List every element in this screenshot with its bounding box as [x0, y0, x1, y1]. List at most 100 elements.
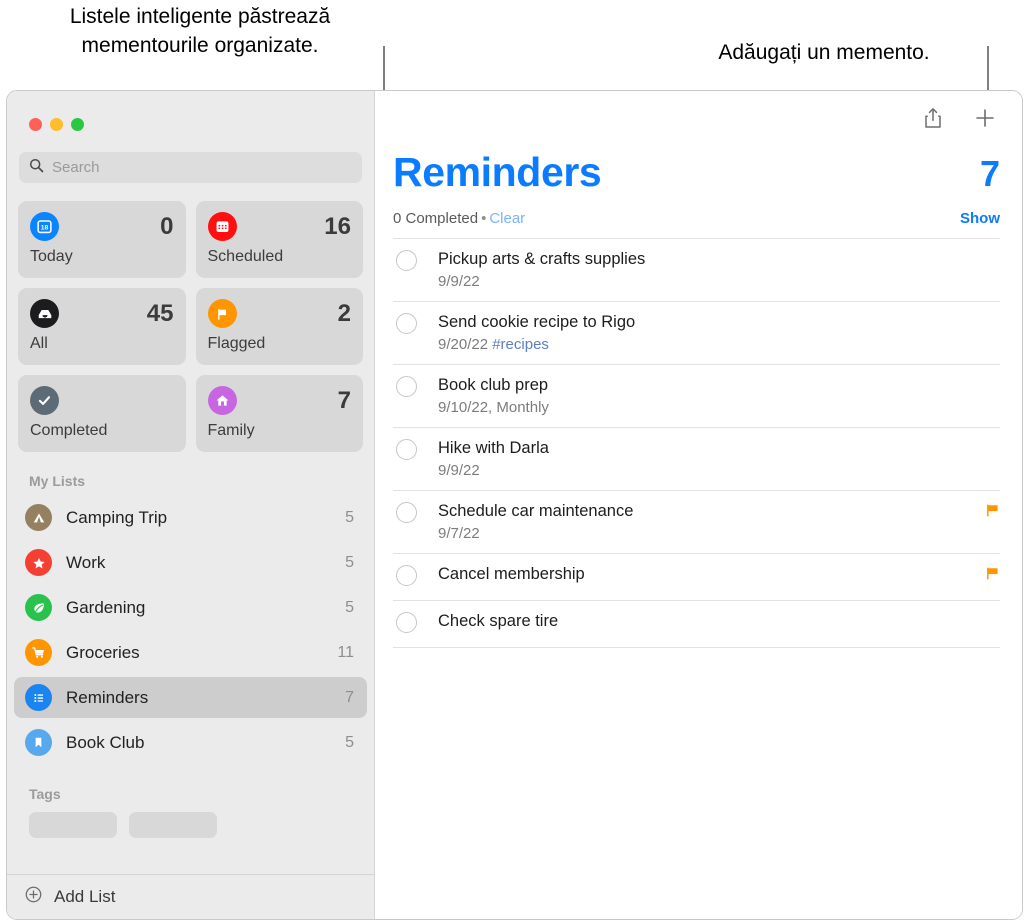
reminder-checkbox[interactable] — [396, 502, 417, 523]
flag-icon — [985, 501, 1000, 523]
sidebar-item-book-club[interactable]: Book Club 5 — [14, 722, 367, 763]
list-meta-row: 0 Completed • Clear Show — [375, 196, 1022, 227]
reminder-subtitle: 9/20/22 #recipes — [438, 336, 1000, 354]
plus-circle-icon — [24, 885, 43, 909]
house-icon — [207, 386, 237, 415]
reminder-title: Send cookie recipe to Rigo — [438, 313, 636, 331]
sidebar-item-gardening[interactable]: Gardening 5 — [14, 587, 367, 628]
smart-list-all[interactable]: 45 All — [18, 288, 186, 365]
search-field[interactable] — [19, 152, 362, 183]
reminder-title: Pickup arts & crafts supplies — [438, 250, 646, 268]
bookmark-icon — [25, 729, 52, 756]
tags-heading: Tags — [29, 786, 61, 802]
reminder-title: Book club prep — [438, 376, 549, 394]
reminder-body: Check spare tire — [438, 611, 1000, 631]
sidebar-item-work[interactable]: Work 5 — [14, 542, 367, 583]
tag-chip[interactable] — [129, 812, 217, 838]
cart-icon — [25, 639, 52, 666]
star-icon — [25, 549, 52, 576]
reminder-subtitle: 9/9/22 — [438, 462, 1000, 480]
smart-list-count: 7 — [337, 386, 351, 414]
callout-smart-lists: Listele inteligente păstrează mementouri… — [69, 5, 331, 57]
reminder-body: Send cookie recipe to Rigo 9/20/22 #reci… — [438, 312, 1000, 354]
screenshot-root: Listele inteligente păstrează mementouri… — [0, 0, 1027, 923]
reminder-subtitle: 9/10/22, Monthly — [438, 399, 1000, 417]
zoom-button[interactable] — [71, 118, 84, 131]
sidebar-item-reminders[interactable]: Reminders 7 — [14, 677, 367, 718]
reminder-body: Pickup arts & crafts supplies 9/9/22 — [438, 249, 1000, 291]
smart-list-completed[interactable]: Completed — [18, 375, 186, 452]
sidebar-item-count: 11 — [337, 643, 354, 661]
svg-text:18: 18 — [41, 225, 49, 232]
reminder-body: Hike with Darla 9/9/22 — [438, 438, 1000, 480]
reminder-body: Cancel membership — [438, 564, 975, 584]
meta-separator: • — [481, 210, 487, 227]
sidebar-item-count: 5 — [345, 553, 354, 571]
inbox-tray-icon — [30, 299, 59, 328]
reminder-body: Book club prep 9/10/22, Monthly — [438, 375, 1000, 417]
reminder-row[interactable]: Pickup arts & crafts supplies 9/9/22 — [393, 239, 1000, 302]
smart-list-label: Family — [207, 422, 255, 439]
search-input[interactable] — [52, 159, 352, 176]
reminder-row[interactable]: Cancel membership — [393, 554, 1000, 601]
reminder-checkbox[interactable] — [396, 565, 417, 586]
reminder-checkbox[interactable] — [396, 612, 417, 633]
add-list-button[interactable]: Add List — [7, 874, 374, 919]
sidebar-item-count: 5 — [345, 598, 354, 616]
share-icon[interactable] — [920, 105, 946, 131]
reminders-list: Pickup arts & crafts supplies 9/9/22 Sen… — [393, 238, 1000, 648]
reminder-date: 9/7/22 — [438, 525, 480, 542]
sidebar-item-count: 5 — [345, 508, 354, 526]
plus-icon[interactable] — [972, 105, 998, 131]
reminder-checkbox[interactable] — [396, 376, 417, 397]
reminder-checkbox[interactable] — [396, 250, 417, 271]
flag-icon — [985, 564, 1000, 586]
main-content: Reminders 7 0 Completed • Clear Show Picku… — [375, 91, 1022, 919]
reminder-title: Cancel membership — [438, 565, 585, 583]
window-traffic-lights — [7, 91, 374, 131]
smart-list-label: Today — [30, 248, 73, 265]
clear-button[interactable]: Clear — [489, 210, 525, 227]
sidebar-item-label: Work — [66, 552, 106, 572]
sidebar-item-camping-trip[interactable]: Camping Trip 5 — [14, 497, 367, 538]
smart-list-today[interactable]: 18 0 Today — [18, 201, 186, 278]
completed-status: 0 Completed • Clear — [393, 210, 525, 227]
calendar-icon — [207, 212, 237, 241]
smart-list-scheduled[interactable]: 16 Scheduled — [195, 201, 363, 278]
sidebar-item-groceries[interactable]: Groceries 11 — [14, 632, 367, 673]
minimize-button[interactable] — [50, 118, 63, 131]
reminder-subtitle: 9/7/22 — [438, 525, 975, 543]
reminder-date: 9/10/22, Monthly — [438, 399, 549, 416]
show-completed-button[interactable]: Show — [960, 210, 1000, 227]
reminder-title: Hike with Darla — [438, 439, 549, 457]
list-icon — [25, 684, 52, 711]
reminder-title: Check spare tire — [438, 612, 559, 630]
leaf-icon — [25, 594, 52, 621]
smart-list-family[interactable]: 7 Family — [195, 375, 363, 452]
reminder-row[interactable]: Schedule car maintenance 9/7/22 — [393, 491, 1000, 554]
page-title: Reminders — [393, 149, 602, 195]
reminder-row[interactable]: Send cookie recipe to Rigo 9/20/22 #reci… — [393, 302, 1000, 365]
tag-chip[interactable] — [29, 812, 117, 838]
smart-list-label: Completed — [30, 422, 108, 439]
smart-list-count: 0 — [160, 212, 174, 240]
reminder-checkbox[interactable] — [396, 439, 417, 460]
reminder-date: 9/9/22 — [438, 273, 480, 290]
sidebar-item-label: Gardening — [66, 597, 146, 617]
reminder-row[interactable]: Book club prep 9/10/22, Monthly — [393, 365, 1000, 428]
reminder-tag[interactable]: #recipes — [492, 336, 549, 353]
reminder-date: 9/9/22 — [438, 462, 480, 479]
reminder-row[interactable]: Hike with Darla 9/9/22 — [393, 428, 1000, 491]
callout-add-reminder: Adăugați un memento. — [718, 41, 930, 64]
reminder-checkbox[interactable] — [396, 313, 417, 334]
list-total-count: 7 — [979, 153, 1000, 194]
smart-list-label: All — [30, 335, 48, 352]
reminder-title: Schedule car maintenance — [438, 502, 634, 520]
smart-list-label: Flagged — [207, 335, 266, 352]
smart-list-flagged[interactable]: 2 Flagged — [195, 288, 363, 365]
smart-lists-grid: 18 0 Today 16 Scheduled 45 All 2 Flagged… — [7, 183, 374, 452]
close-button[interactable] — [29, 118, 42, 131]
reminder-row[interactable]: Check spare tire — [393, 601, 1000, 648]
tent-icon — [25, 504, 52, 531]
sidebar-item-label: Reminders — [66, 687, 149, 707]
